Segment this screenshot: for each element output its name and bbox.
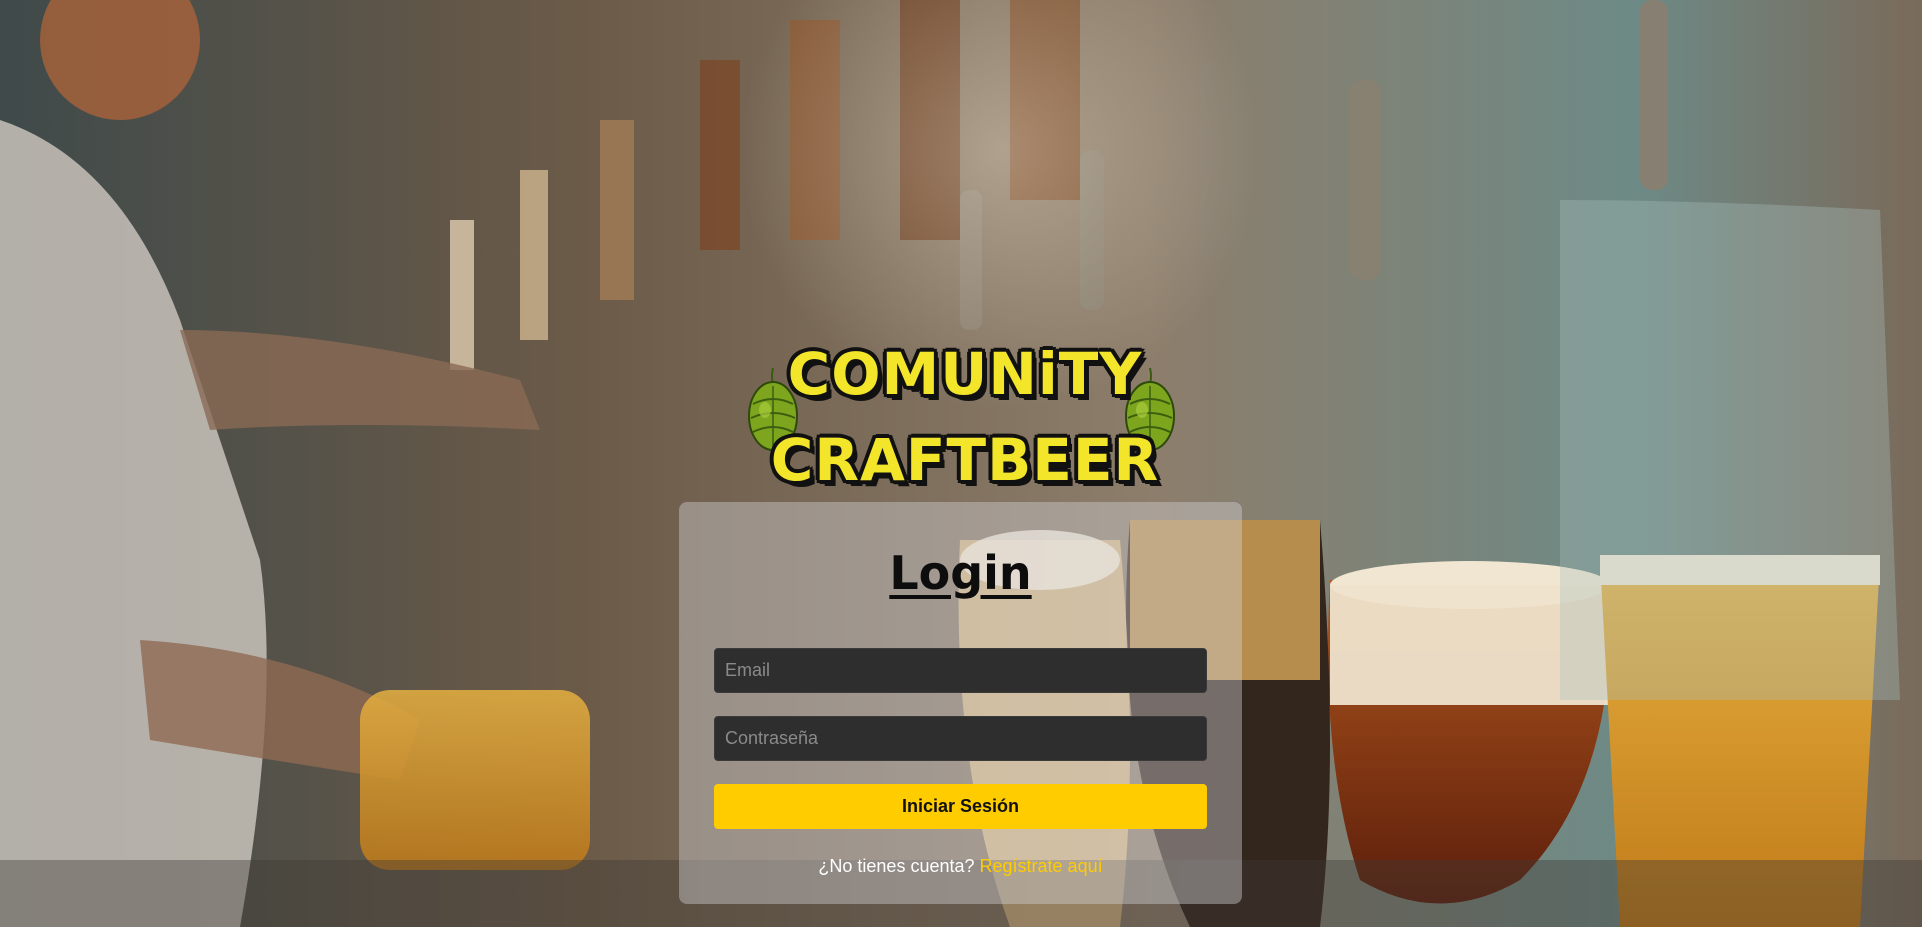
signup-link[interactable]: Regístrate aquí: [980, 856, 1103, 876]
signup-prompt-text: ¿No tienes cuenta?: [818, 856, 975, 876]
email-input[interactable]: [714, 648, 1207, 693]
brand-logo-line1: COMUNiTY: [787, 340, 1143, 408]
password-input[interactable]: [714, 716, 1207, 761]
login-title: Login: [889, 546, 1032, 600]
login-card: Login Iniciar Sesión ¿No tienes cuenta? …: [679, 502, 1242, 904]
brand-logo-line2: CRAFTBEER: [770, 426, 1160, 494]
signup-prompt: ¿No tienes cuenta? Regístrate aquí: [679, 856, 1242, 877]
brand-logo: COMUNiTY CRAFTBEER: [745, 340, 1185, 500]
login-submit-button[interactable]: Iniciar Sesión: [714, 784, 1207, 829]
